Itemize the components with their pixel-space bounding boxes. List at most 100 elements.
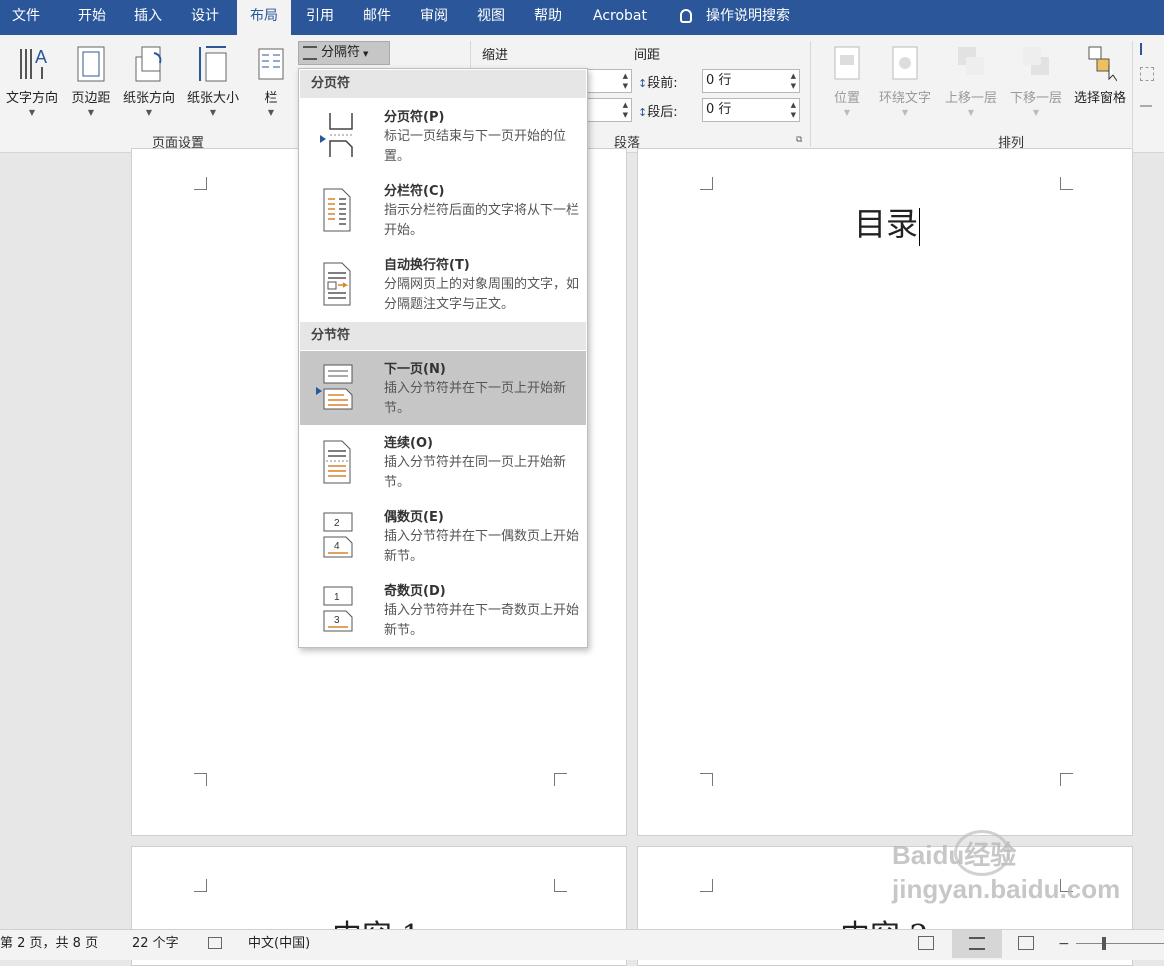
svg-text:3: 3 [334, 615, 340, 626]
menu-item-text-wrapping-break[interactable]: 自动换行符(T) 分隔网页上的对象周围的文字，如分隔题注文字与正文。 [300, 247, 586, 321]
rotate-icon[interactable] [1140, 93, 1152, 107]
chevron-down-icon: ▼ [209, 108, 217, 117]
chevron-down-icon: ▼ [87, 108, 95, 117]
tab-home[interactable]: 开始 [66, 0, 118, 35]
text-direction-button[interactable]: A 文字方向 ▼ [0, 43, 64, 128]
tab-layout[interactable]: 布局 [237, 0, 291, 35]
zoom-out-icon[interactable]: − [1058, 930, 1070, 958]
breaks-dropdown-menu: 分页符 分页符(P) 标记一页结束与下一页开始的位置。 分栏符(C) 指示分栏符… [298, 68, 588, 648]
lightbulb-icon [680, 9, 692, 23]
columns-button[interactable]: 栏 ▼ [252, 43, 290, 128]
crop-mark [194, 773, 207, 786]
svg-text:4: 4 [334, 541, 340, 552]
crop-mark [194, 177, 207, 190]
menu-item-title: 下一页(N) [384, 362, 446, 377]
tab-view[interactable]: 视图 [465, 0, 517, 35]
tab-acrobat[interactable]: Acrobat [580, 0, 660, 35]
menu-item-title: 奇数页(D) [384, 584, 446, 599]
text-wrapping-break-icon [316, 259, 356, 307]
crop-mark [700, 773, 713, 786]
position-label: 位置 [833, 91, 860, 106]
dialog-launcher-icon[interactable]: ⧉ [796, 135, 802, 145]
tab-design[interactable]: 设计 [179, 0, 231, 35]
tab-references[interactable]: 引用 [294, 0, 346, 35]
spinner-icon[interactable]: ▲ ▼ [623, 100, 628, 120]
spinner-icon[interactable]: ▲ ▼ [791, 100, 796, 120]
paper-size-label: 纸张大小 [186, 91, 239, 106]
menu-item-description: 插入分节符并在下一页上开始新节。 [384, 381, 567, 416]
section-breaks-header: 分节符 [300, 322, 586, 350]
tell-me-search[interactable]: 操作说明搜索 [680, 0, 790, 35]
vertical-scrollbar[interactable] [1150, 153, 1164, 929]
orientation-icon [132, 43, 166, 83]
chevron-down-icon: ▼ [363, 50, 369, 58]
page-count-status[interactable]: 第 2 页，共 8 页 [0, 930, 98, 958]
tab-mailings[interactable]: 邮件 [351, 0, 403, 35]
orientation-button[interactable]: 纸张方向 ▼ [118, 43, 180, 128]
menu-item-description: 分隔网页上的对象周围的文字，如分隔题注文字与正文。 [384, 277, 580, 312]
read-mode-icon[interactable] [918, 936, 934, 950]
text-direction-icon: A [15, 43, 49, 83]
crop-mark [700, 177, 713, 190]
send-backward-button[interactable]: 下移一层 ▼ [1004, 43, 1068, 128]
align-icons[interactable] [1140, 43, 1160, 123]
position-icon [830, 43, 864, 83]
toc-heading[interactable]: 目录 [854, 199, 921, 246]
chevron-down-icon: ▼ [901, 108, 909, 117]
web-layout-icon[interactable] [1018, 936, 1034, 950]
word-count-status[interactable]: 22 个字 [132, 930, 179, 958]
margins-button[interactable]: 页边距 ▼ [64, 43, 118, 128]
page-break-icon [316, 111, 356, 159]
send-backward-icon [1019, 43, 1053, 83]
spacing-before-field[interactable]: 0 行 ▲ ▼ [702, 69, 800, 93]
print-layout-button[interactable] [952, 930, 1002, 958]
send-backward-label: 下移一层 [1009, 91, 1062, 106]
tab-review[interactable]: 审阅 [408, 0, 460, 35]
menu-item-continuous[interactable]: 连续(O) 插入分节符并在同一页上开始新节。 [300, 425, 586, 499]
status-bar: 第 2 页，共 8 页 22 个字 中文(中国) − [0, 929, 1164, 960]
tab-help[interactable]: 帮助 [522, 0, 574, 35]
svg-text:2: 2 [334, 518, 340, 529]
spacing-after-value: 0 行 [706, 102, 732, 117]
tab-file[interactable]: 文件 [0, 0, 52, 35]
align-icon[interactable] [1140, 43, 1154, 55]
paper-size-icon [196, 43, 230, 83]
page-breaks-header: 分页符 [300, 70, 586, 98]
page-2[interactable]: 目录 [637, 148, 1133, 836]
even-page-section-icon: 24 [316, 511, 356, 559]
proofing-icon[interactable] [208, 937, 222, 949]
spinner-icon[interactable]: ▲ ▼ [623, 71, 628, 91]
spacing-after-field[interactable]: 0 行 ▲ ▼ [702, 98, 800, 122]
svg-text:1: 1 [334, 592, 340, 603]
language-status[interactable]: 中文(中国) [248, 930, 310, 958]
tab-insert[interactable]: 插入 [122, 0, 174, 35]
breaks-button[interactable]: 分隔符 ▼ [298, 41, 390, 65]
menu-item-column-break[interactable]: 分栏符(C) 指示分栏符后面的文字将从下一栏开始。 [300, 173, 586, 247]
wrap-text-button[interactable]: 环绕文字 ▼ [874, 43, 936, 128]
chevron-down-icon: ▼ [843, 108, 851, 117]
chevron-down-icon: ▼ [1032, 108, 1040, 117]
menu-item-page-break[interactable]: 分页符(P) 标记一页结束与下一页开始的位置。 [300, 99, 586, 173]
menu-item-even-page[interactable]: 24 偶数页(E) 插入分节符并在下一偶数页上开始新节。 [300, 499, 586, 573]
print-layout-icon [969, 937, 985, 950]
menu-item-title: 自动换行符(T) [384, 258, 470, 273]
breaks-label: 分隔符 [321, 45, 361, 60]
columns-label: 栏 [264, 91, 278, 106]
spinner-icon[interactable]: ▲ ▼ [791, 71, 796, 91]
group-icon[interactable] [1140, 67, 1154, 81]
menu-bar: 文件 开始 插入 设计 布局 引用 邮件 审阅 视图 帮助 Acrobat 操作… [0, 0, 1164, 35]
bring-forward-button[interactable]: 上移一层 ▼ [940, 43, 1002, 128]
zoom-slider-thumb[interactable] [1102, 937, 1106, 950]
next-page-section-icon [316, 363, 356, 411]
menu-item-odd-page[interactable]: 13 奇数页(D) 插入分节符并在下一奇数页上开始新节。 [300, 573, 586, 647]
menu-item-next-page[interactable]: 下一页(N) 插入分节符并在下一页上开始新节。 [300, 351, 586, 425]
watermark-logo: Baidu经验 jingyan.baidu.com [892, 830, 1122, 906]
zoom-slider[interactable] [1076, 943, 1164, 944]
selection-pane-button[interactable]: 选择窗格 [1068, 43, 1132, 128]
odd-page-section-icon: 13 [316, 585, 356, 633]
menu-item-title: 偶数页(E) [384, 510, 444, 525]
menu-item-title: 分栏符(C) [384, 184, 445, 199]
paper-size-button[interactable]: 纸张大小 ▼ [182, 43, 244, 128]
selection-pane-icon [1083, 43, 1118, 83]
position-button[interactable]: 位置 ▼ [826, 43, 868, 128]
